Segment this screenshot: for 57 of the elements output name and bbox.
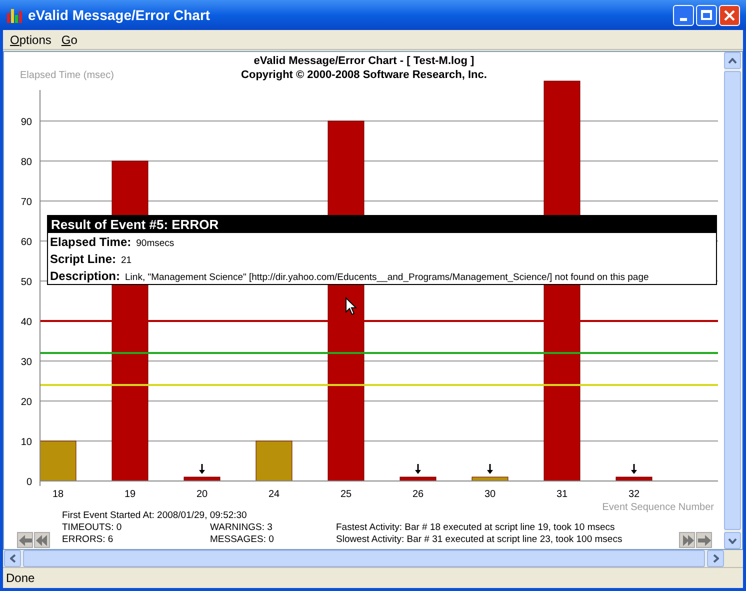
x-tick-label: 19	[124, 489, 136, 500]
slowest-activity-text: Slowest Activity: Bar # 31 executed at script line 23, took 100 msecs	[336, 534, 624, 546]
first-button[interactable]	[34, 532, 50, 548]
tooltip-label: Description:	[50, 268, 120, 285]
y-tick-label: 80	[20, 157, 32, 168]
vertical-scrollbar[interactable]	[724, 52, 741, 549]
status-text: Done	[6, 570, 35, 587]
y-tick-label: 70	[20, 197, 32, 208]
tooltip-value: 21	[121, 254, 132, 268]
first-event-text: First Event Started At: 2008/01/29, 09:52:30	[62, 510, 248, 522]
x-tick-label: 32	[628, 489, 640, 500]
x-tick-label: 24	[268, 489, 280, 500]
x-tick-label: 26	[412, 489, 424, 500]
previous-button[interactable]	[17, 532, 33, 548]
y-tick-label: 10	[20, 437, 32, 448]
tooltip-label: Elapsed Time:	[50, 234, 132, 251]
y-tick-label: 20	[20, 397, 32, 408]
chevron-right-icon	[712, 554, 718, 563]
chart-title: eValid Message/Error Chart - [ Test-M.log ]	[254, 54, 474, 68]
y-tick-label: 60	[20, 237, 32, 248]
tooltip-value: 90msecs	[136, 237, 174, 251]
last-button[interactable]	[679, 532, 695, 548]
y-tick-label: 40	[20, 317, 32, 328]
minimize-button[interactable]	[673, 4, 694, 26]
mouse-cursor-icon	[345, 297, 357, 316]
x-tick-label: 31	[556, 489, 568, 500]
close-button[interactable]	[719, 4, 740, 26]
x-tick-label: 25	[340, 489, 352, 500]
stat-text: TIMEOUTS: 0	[62, 522, 123, 534]
tooltip-title: Result of Event #5: ERROR	[48, 216, 716, 233]
tooltip-label: Script Line:	[50, 251, 116, 268]
y-tick-label: 90	[20, 117, 32, 128]
window-title: eValid Message/Error Chart	[28, 6, 212, 25]
x-axis-title: Event Sequence Number	[602, 502, 714, 513]
fastest-activity-text: Fastest Activity: Bar # 18 executed at script line 19, took 10 msecs	[336, 522, 616, 534]
menu-item[interactable]: Go	[61, 30, 78, 48]
tooltip-value: Link, "Management Science" [http://dir.yahoo.com/Educents__and_Programs/Management_Science/] not found on this page	[125, 271, 649, 285]
y-tick-label: 0	[26, 477, 32, 488]
stat-text: ERRORS: 6	[62, 534, 114, 546]
x-tick-label: 18	[52, 489, 64, 500]
menu-item[interactable]: Options	[10, 30, 52, 48]
stat-text: MESSAGES: 0	[210, 534, 275, 546]
y-tick-label: 50	[20, 277, 32, 288]
x-tick-label: 30	[484, 489, 496, 500]
copyright-text: Copyright © 2000-2008 Software Research, Inc.	[241, 68, 487, 82]
maximize-button[interactable]	[696, 4, 717, 26]
close-icon	[724, 10, 735, 20]
stat-text: WARNINGS: 3	[210, 522, 274, 534]
chevron-left-icon	[10, 554, 16, 563]
bar-chart-icon	[6, 7, 22, 23]
x-tick-label: 20	[196, 489, 208, 500]
chevron-down-icon	[728, 538, 737, 544]
chevron-up-icon	[728, 58, 737, 64]
y-tick-label: 30	[20, 357, 32, 368]
next-button[interactable]	[696, 532, 712, 548]
y-axis-title: Elapsed Time (msec)	[20, 69, 114, 83]
horizontal-scrollbar[interactable]	[4, 550, 724, 567]
